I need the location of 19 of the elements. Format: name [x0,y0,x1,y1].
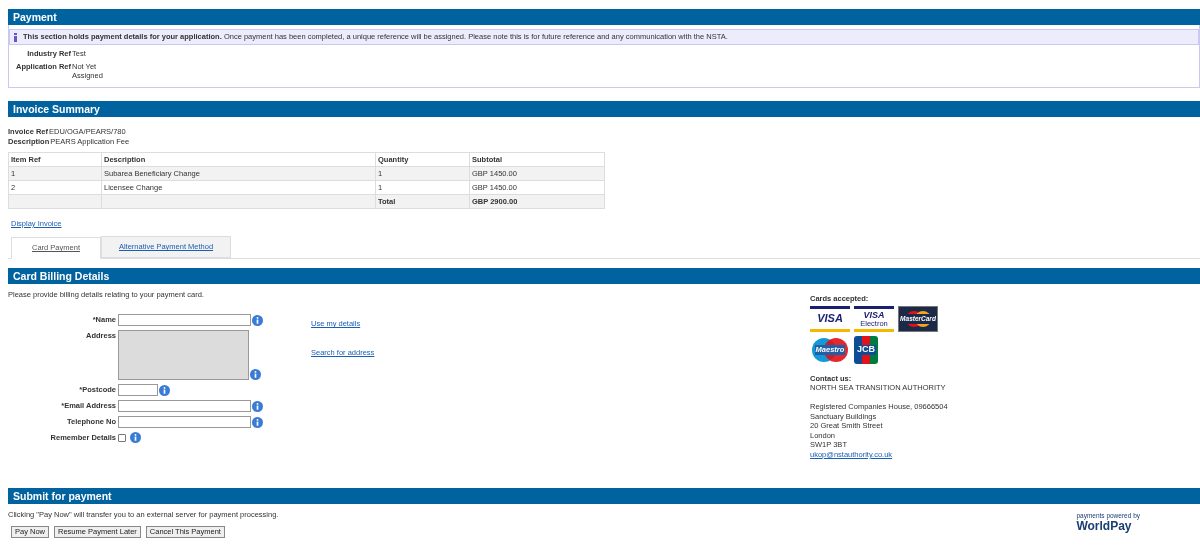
text-field[interactable] [118,400,251,413]
postcode-field[interactable] [118,384,158,397]
section-header: Submit for payment [8,488,1200,505]
address-field[interactable] [118,330,249,381]
visa-logo: VISA [810,305,850,332]
info-icon [252,416,263,428]
info-icon [159,384,170,396]
section-header: Payment [8,9,1200,25]
info-icon [250,369,261,381]
text-field[interactable] [118,416,251,429]
checkbox[interactable] [118,433,126,442]
info-icon [252,400,263,412]
info-icon [252,314,263,326]
info-marker-icon [14,32,17,42]
text-field[interactable] [118,314,251,327]
jcb-logo: JCB [854,335,878,364]
info-icon [130,432,141,444]
section-header: Card Billing Details [8,268,1200,284]
section-header: Invoice Summary [8,101,1200,117]
